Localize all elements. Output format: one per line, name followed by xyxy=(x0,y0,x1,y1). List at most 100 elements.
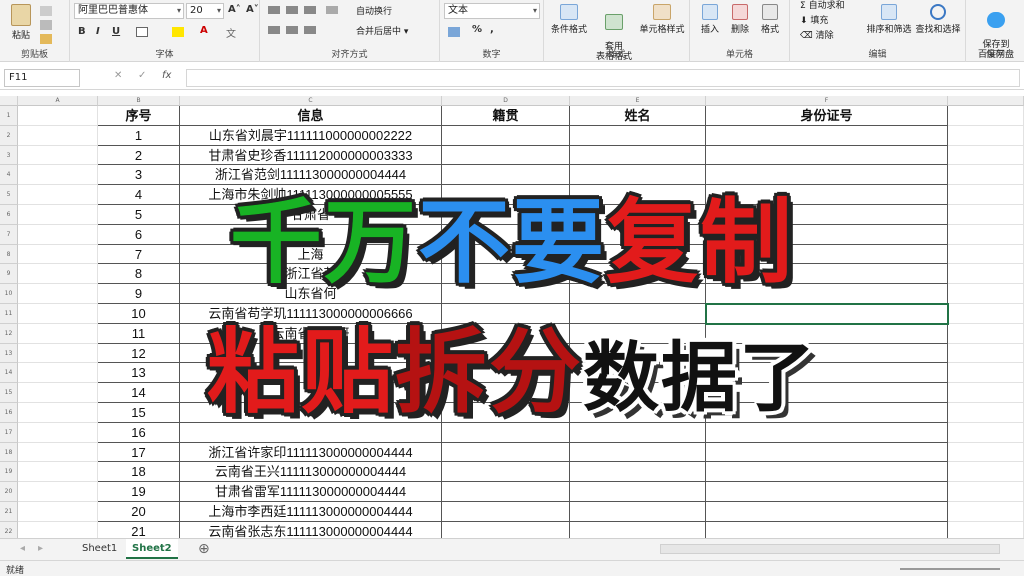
grid-cell[interactable] xyxy=(948,145,1024,166)
grid-cell[interactable] xyxy=(442,125,570,146)
grid-cell[interactable] xyxy=(570,145,706,166)
grid-cell[interactable] xyxy=(442,462,570,483)
align-right-icon[interactable] xyxy=(304,26,316,34)
row-header-22[interactable]: 22 xyxy=(0,521,18,538)
scroll-left-icon[interactable]: ◂ xyxy=(14,539,31,559)
decrease-font-icon[interactable]: A˅ xyxy=(246,4,259,15)
grid-cell[interactable] xyxy=(18,521,98,538)
row-header-21[interactable]: 21 xyxy=(0,502,18,522)
bold-button[interactable]: B xyxy=(78,26,86,37)
percent-button[interactable]: % xyxy=(472,24,482,35)
clear-button[interactable]: ⌫ 清除 xyxy=(800,28,834,41)
font-color-icon[interactable]: A xyxy=(200,25,208,36)
table-cell[interactable]: 山东省刘晨宇111111000000002222 xyxy=(180,125,442,146)
grid-cell[interactable] xyxy=(570,482,706,502)
spreadsheet-grid[interactable]: A B C D E F 1 序号 信息 籍贯 姓名 身份证号 2 1 山东省刘晨宇1111110000000… xyxy=(0,96,1024,538)
currency-icon[interactable] xyxy=(448,27,460,37)
row-header-2[interactable]: 2 xyxy=(0,125,18,146)
grid-cell[interactable] xyxy=(948,125,1024,146)
sheet-tab-sheet2[interactable]: Sheet2 xyxy=(126,539,178,559)
number-format-combo[interactable]: 文本 ▾ xyxy=(444,3,540,19)
grid-cell[interactable] xyxy=(706,482,948,502)
grid-cell[interactable] xyxy=(948,462,1024,483)
grid-cell[interactable] xyxy=(706,145,948,166)
format-painter-icon[interactable] xyxy=(40,34,52,44)
comma-button[interactable]: , xyxy=(490,24,494,35)
grid-cell[interactable] xyxy=(570,502,706,522)
table-cell[interactable]: 甘肃省史珍香111112000000003333 xyxy=(180,145,442,166)
wrap-text-button[interactable]: 自动换行 xyxy=(356,4,392,17)
formula-input[interactable] xyxy=(186,69,1020,87)
grid-cell[interactable] xyxy=(442,502,570,522)
grid-cell[interactable] xyxy=(442,482,570,502)
table-cell[interactable]: 云南省王兴111113000000004444 xyxy=(180,462,442,483)
table-cell[interactable]: 浙江省许家印111113000000004444 xyxy=(180,442,442,463)
autosum-button[interactable]: Σ 自动求和 xyxy=(800,0,845,11)
grid-cell[interactable] xyxy=(18,462,98,483)
align-middle-icon[interactable] xyxy=(286,6,298,14)
sheet-tab-sheet1[interactable]: Sheet1 xyxy=(76,539,123,559)
conditional-format-button[interactable]: 条件格式 xyxy=(548,4,590,35)
table-header-cell[interactable]: 信息 xyxy=(180,106,442,126)
column-header-d[interactable]: D xyxy=(442,96,570,106)
grid-cell[interactable] xyxy=(948,442,1024,463)
merge-center-button[interactable]: 合并后居中 ▾ xyxy=(356,24,408,37)
grid-cell[interactable] xyxy=(570,442,706,463)
table-cell[interactable]: 17 xyxy=(98,442,180,463)
grid-cell[interactable] xyxy=(706,521,948,538)
underline-button[interactable]: U xyxy=(112,26,120,37)
row-header-20[interactable]: 20 xyxy=(0,482,18,502)
font-name-combo[interactable]: 阿里巴巴普惠体 ▾ xyxy=(74,3,184,19)
grid-cell[interactable] xyxy=(570,125,706,146)
format-button[interactable]: 格式 xyxy=(756,4,784,35)
column-header-c[interactable]: C xyxy=(180,96,442,106)
find-select-button[interactable]: 查找和选择 xyxy=(914,4,962,35)
font-size-combo[interactable]: 20 ▾ xyxy=(186,3,224,19)
table-cell[interactable]: 1 xyxy=(98,125,180,146)
grid-cell[interactable] xyxy=(948,482,1024,502)
grid-cell[interactable] xyxy=(706,502,948,522)
row-header-1[interactable]: 1 xyxy=(0,106,18,126)
function-icon[interactable]: fx xyxy=(162,70,171,81)
row-header-19[interactable]: 19 xyxy=(0,462,18,483)
paste-button[interactable]: 粘贴 xyxy=(6,4,36,41)
phonetic-icon[interactable]: 文 xyxy=(226,25,236,40)
add-sheet-icon[interactable]: ⊕ xyxy=(192,539,216,559)
grid-cell[interactable] xyxy=(948,521,1024,538)
table-cell[interactable]: 浙江省范剑111113000000004444 xyxy=(180,165,442,186)
border-icon[interactable] xyxy=(136,27,148,37)
table-cell[interactable]: 2 xyxy=(98,145,180,166)
table-cell[interactable]: 上海市李西廷111113000000004444 xyxy=(180,502,442,522)
grid-cell[interactable] xyxy=(706,125,948,146)
align-left-icon[interactable] xyxy=(268,26,280,34)
grid-cell[interactable] xyxy=(18,106,98,126)
align-center-icon[interactable] xyxy=(286,26,298,34)
grid-cell[interactable] xyxy=(18,502,98,522)
grid-cell[interactable] xyxy=(442,521,570,538)
fill-color-icon[interactable] xyxy=(172,27,184,37)
align-bottom-icon[interactable] xyxy=(304,6,316,14)
orientation-icon[interactable] xyxy=(326,6,338,14)
zoom-slider[interactable] xyxy=(900,568,1000,570)
scroll-right-icon[interactable]: ▸ xyxy=(32,539,49,559)
table-header-cell[interactable]: 序号 xyxy=(98,106,180,126)
grid-cell[interactable] xyxy=(570,462,706,483)
table-header-cell[interactable]: 姓名 xyxy=(570,106,706,126)
italic-button[interactable]: I xyxy=(96,26,100,37)
table-cell[interactable]: 19 xyxy=(98,482,180,502)
increase-font-icon[interactable]: A˄ xyxy=(228,4,241,15)
insert-button[interactable]: 插入 xyxy=(696,4,724,35)
column-header-f[interactable]: F xyxy=(706,96,948,106)
grid-cell[interactable] xyxy=(18,125,98,146)
copy-icon[interactable] xyxy=(40,20,52,30)
table-cell[interactable]: 18 xyxy=(98,462,180,483)
table-cell[interactable]: 云南省张志东111113000000004444 xyxy=(180,521,442,538)
horizontal-scrollbar[interactable] xyxy=(660,544,1000,554)
table-cell[interactable]: 甘肃省雷军111113000000004444 xyxy=(180,482,442,502)
grid-cell[interactable] xyxy=(18,145,98,166)
grid-cell[interactable] xyxy=(18,165,98,186)
row-header-18[interactable]: 18 xyxy=(0,442,18,463)
table-cell[interactable]: 21 xyxy=(98,521,180,538)
cancel-icon[interactable]: ✕ xyxy=(114,70,122,81)
cut-icon[interactable] xyxy=(40,6,52,16)
